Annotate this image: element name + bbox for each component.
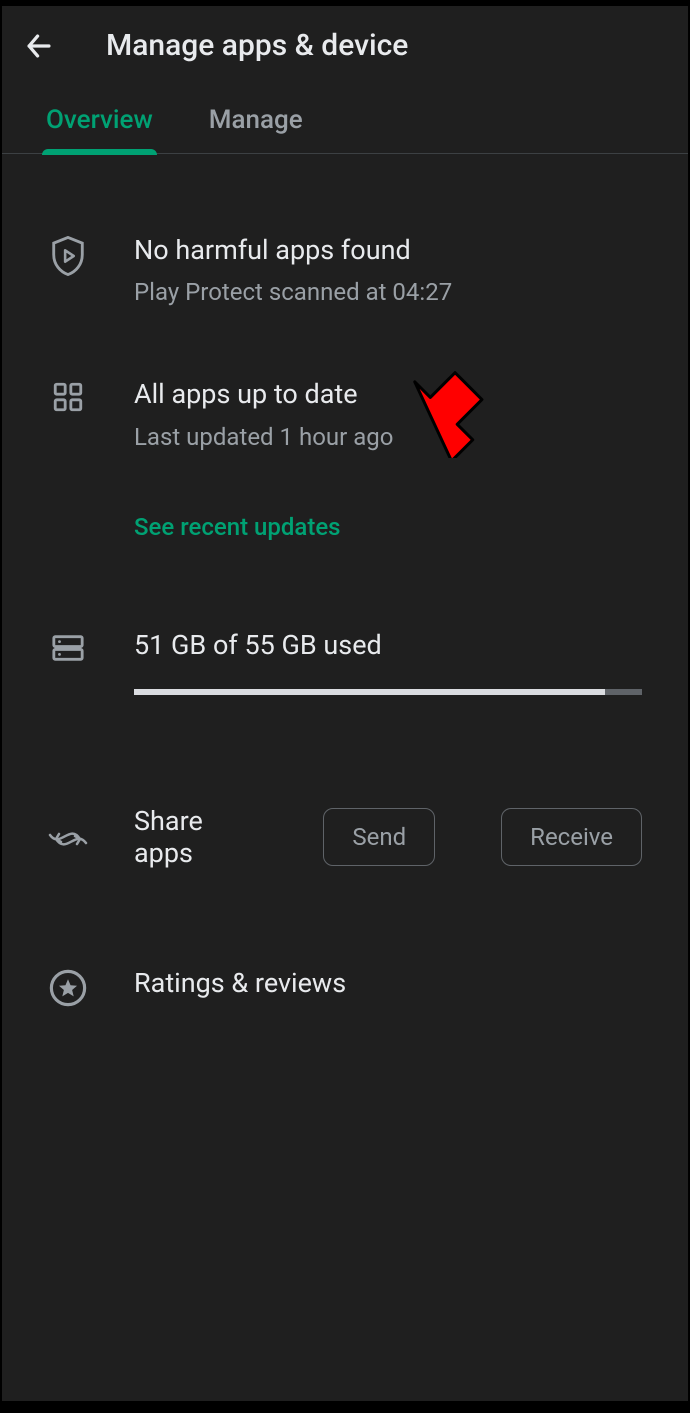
play-protect-title: No harmful apps found xyxy=(134,232,642,268)
storage-icon xyxy=(48,627,88,665)
tab-manage[interactable]: Manage xyxy=(209,91,303,153)
updates-title: All apps up to date xyxy=(134,376,642,412)
storage-row[interactable]: 51 GB of 55 GB used xyxy=(2,549,688,703)
share-icon xyxy=(48,820,88,854)
shield-play-icon xyxy=(48,232,88,276)
storage-progress xyxy=(134,689,642,695)
receive-button[interactable]: Receive xyxy=(501,808,642,866)
share-apps-row: Share apps Send Receive xyxy=(2,703,688,869)
star-circle-icon xyxy=(48,965,88,1007)
storage-progress-fill xyxy=(134,689,605,695)
page-title: Manage apps & device xyxy=(106,28,408,63)
send-button[interactable]: Send xyxy=(323,808,435,866)
share-apps-label: Share apps xyxy=(134,805,257,869)
play-protect-row[interactable]: No harmful apps found Play Protect scann… xyxy=(2,154,688,314)
play-protect-sub: Play Protect scanned at 04:27 xyxy=(134,278,642,306)
updates-row[interactable]: All apps up to date Last updated 1 hour … xyxy=(2,314,688,548)
back-icon[interactable] xyxy=(22,29,56,63)
see-recent-updates-link[interactable]: See recent updates xyxy=(134,513,341,541)
apps-grid-icon xyxy=(48,376,88,414)
tabs: Overview Manage xyxy=(2,91,688,154)
ratings-title: Ratings & reviews xyxy=(134,965,642,1001)
storage-title: 51 GB of 55 GB used xyxy=(134,627,642,663)
tab-overview[interactable]: Overview xyxy=(46,91,153,153)
ratings-reviews-row[interactable]: Ratings & reviews xyxy=(2,869,688,1015)
updates-sub: Last updated 1 hour ago xyxy=(134,423,642,451)
